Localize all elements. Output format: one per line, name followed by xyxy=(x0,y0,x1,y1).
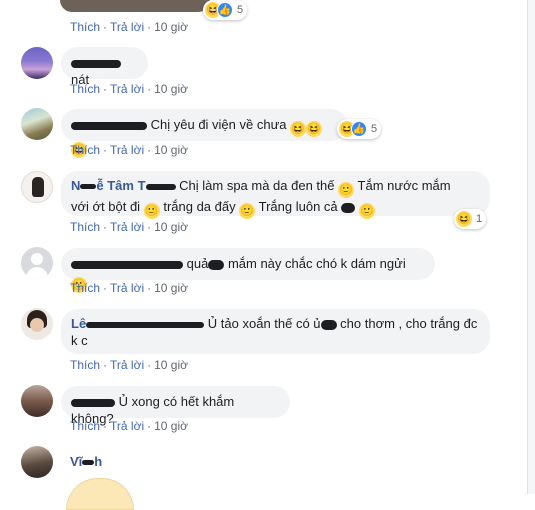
redacted-word xyxy=(320,319,337,330)
redacted-name xyxy=(82,460,95,466)
comment-bubble: nát xyxy=(61,47,148,87)
like-link[interactable]: Thích xyxy=(70,82,100,96)
smile-icon: 🙂 xyxy=(338,182,355,198)
reply-link[interactable]: Trả lời xyxy=(110,82,144,96)
redacted-name xyxy=(71,398,115,407)
timestamp[interactable]: 10 giờ xyxy=(154,281,188,295)
like-icon: 👍 xyxy=(351,121,367,137)
avatar[interactable] xyxy=(21,385,53,417)
avatar[interactable] xyxy=(21,108,53,140)
avatar[interactable] xyxy=(21,47,53,79)
reply-link[interactable]: Trả lời xyxy=(110,358,144,372)
comment-actions: Thích · Trả lời · 10 giờ xyxy=(70,358,188,372)
smile-icon: 🙂 xyxy=(358,203,375,219)
reply-link[interactable]: Trả lời xyxy=(110,20,144,34)
avatar[interactable] xyxy=(21,247,53,279)
redacted-name xyxy=(71,59,121,68)
commenter-name: Vĩ h xyxy=(70,454,103,469)
reaction-summary[interactable]: 😆 1 xyxy=(454,209,487,229)
comment-bubble: Chị yêu đi viện về chưa 😆 😆😆 xyxy=(61,109,347,158)
redacted-name xyxy=(145,183,176,190)
timestamp[interactable]: 10 giờ xyxy=(154,358,188,372)
comment-bubble: Lê Ủ tảo xoắn thế có ủ cho thơm , cho tr… xyxy=(61,309,490,354)
comment-actions: Thích · Trả lời · 10 giờ xyxy=(70,220,188,234)
comment-actions: Thích · Trả lời · 10 giờ xyxy=(70,20,188,34)
comment-text: Chị yêu đi viện về chưa xyxy=(150,117,287,132)
redacted-name xyxy=(80,184,97,190)
redacted-name xyxy=(71,121,147,130)
comment-actions: Thích · Trả lời · 10 giờ xyxy=(70,419,188,433)
haha-icon: 😆 xyxy=(306,121,323,137)
smile-icon: 🙂 xyxy=(239,203,256,219)
avatar-face xyxy=(30,318,44,332)
sticker-image[interactable] xyxy=(66,478,134,510)
timestamp[interactable]: 10 giờ xyxy=(154,82,188,96)
comment-bubble: quả mắm này chắc chó k dám ngửi 🙂 xyxy=(61,248,435,293)
comment-actions: Thích · Trả lời · 10 giờ xyxy=(70,143,188,157)
reply-link[interactable]: Trả lời xyxy=(110,220,144,234)
like-link[interactable]: Thích xyxy=(70,419,100,433)
reply-link[interactable]: Trả lời xyxy=(110,143,144,157)
haha-icon: 😆 xyxy=(290,121,307,137)
attached-image[interactable] xyxy=(60,0,210,12)
like-link[interactable]: Thích xyxy=(70,143,100,157)
reply-link[interactable]: Trả lời xyxy=(110,419,144,433)
avatar-figure xyxy=(32,177,44,197)
timestamp[interactable]: 10 giờ xyxy=(154,20,188,34)
like-link[interactable]: Thích xyxy=(70,358,100,372)
like-link[interactable]: Thích xyxy=(70,220,100,234)
redacted-name xyxy=(86,321,205,328)
timestamp[interactable]: 10 giờ xyxy=(154,419,188,433)
comment-actions: Thích · Trả lời · 10 giờ xyxy=(70,82,188,96)
avatar[interactable] xyxy=(21,308,53,340)
avatar-placeholder-body xyxy=(26,267,48,279)
comment-bubble: Ủ xong có hết khắm không? xyxy=(61,386,290,426)
timestamp[interactable]: 10 giờ xyxy=(154,143,188,157)
timestamp[interactable]: 10 giờ xyxy=(154,220,188,234)
like-icon: 👍 xyxy=(217,2,233,18)
like-link[interactable]: Thích xyxy=(70,281,100,295)
avatar[interactable] xyxy=(21,446,53,478)
smile-icon: 🙂 xyxy=(143,203,160,219)
reaction-summary[interactable]: 😆 👍 5 xyxy=(203,0,248,20)
avatar-placeholder-head xyxy=(31,253,43,265)
redacted-name xyxy=(71,260,183,269)
comment-actions: Thích · Trả lời · 10 giờ xyxy=(70,281,188,295)
haha-icon: 😆 xyxy=(456,211,472,227)
like-link[interactable]: Thích xyxy=(70,20,100,34)
redacted-word xyxy=(341,202,356,213)
feed-gutter xyxy=(528,0,535,494)
reaction-summary[interactable]: 😆 👍 5 xyxy=(337,119,382,139)
comment-bubble: Nễ Tâm T Chị làm spa mà da đen thế 🙂 Tắm… xyxy=(61,171,490,219)
avatar[interactable] xyxy=(21,171,53,203)
reply-link[interactable]: Trả lời xyxy=(110,281,144,295)
redacted-word xyxy=(208,259,225,270)
